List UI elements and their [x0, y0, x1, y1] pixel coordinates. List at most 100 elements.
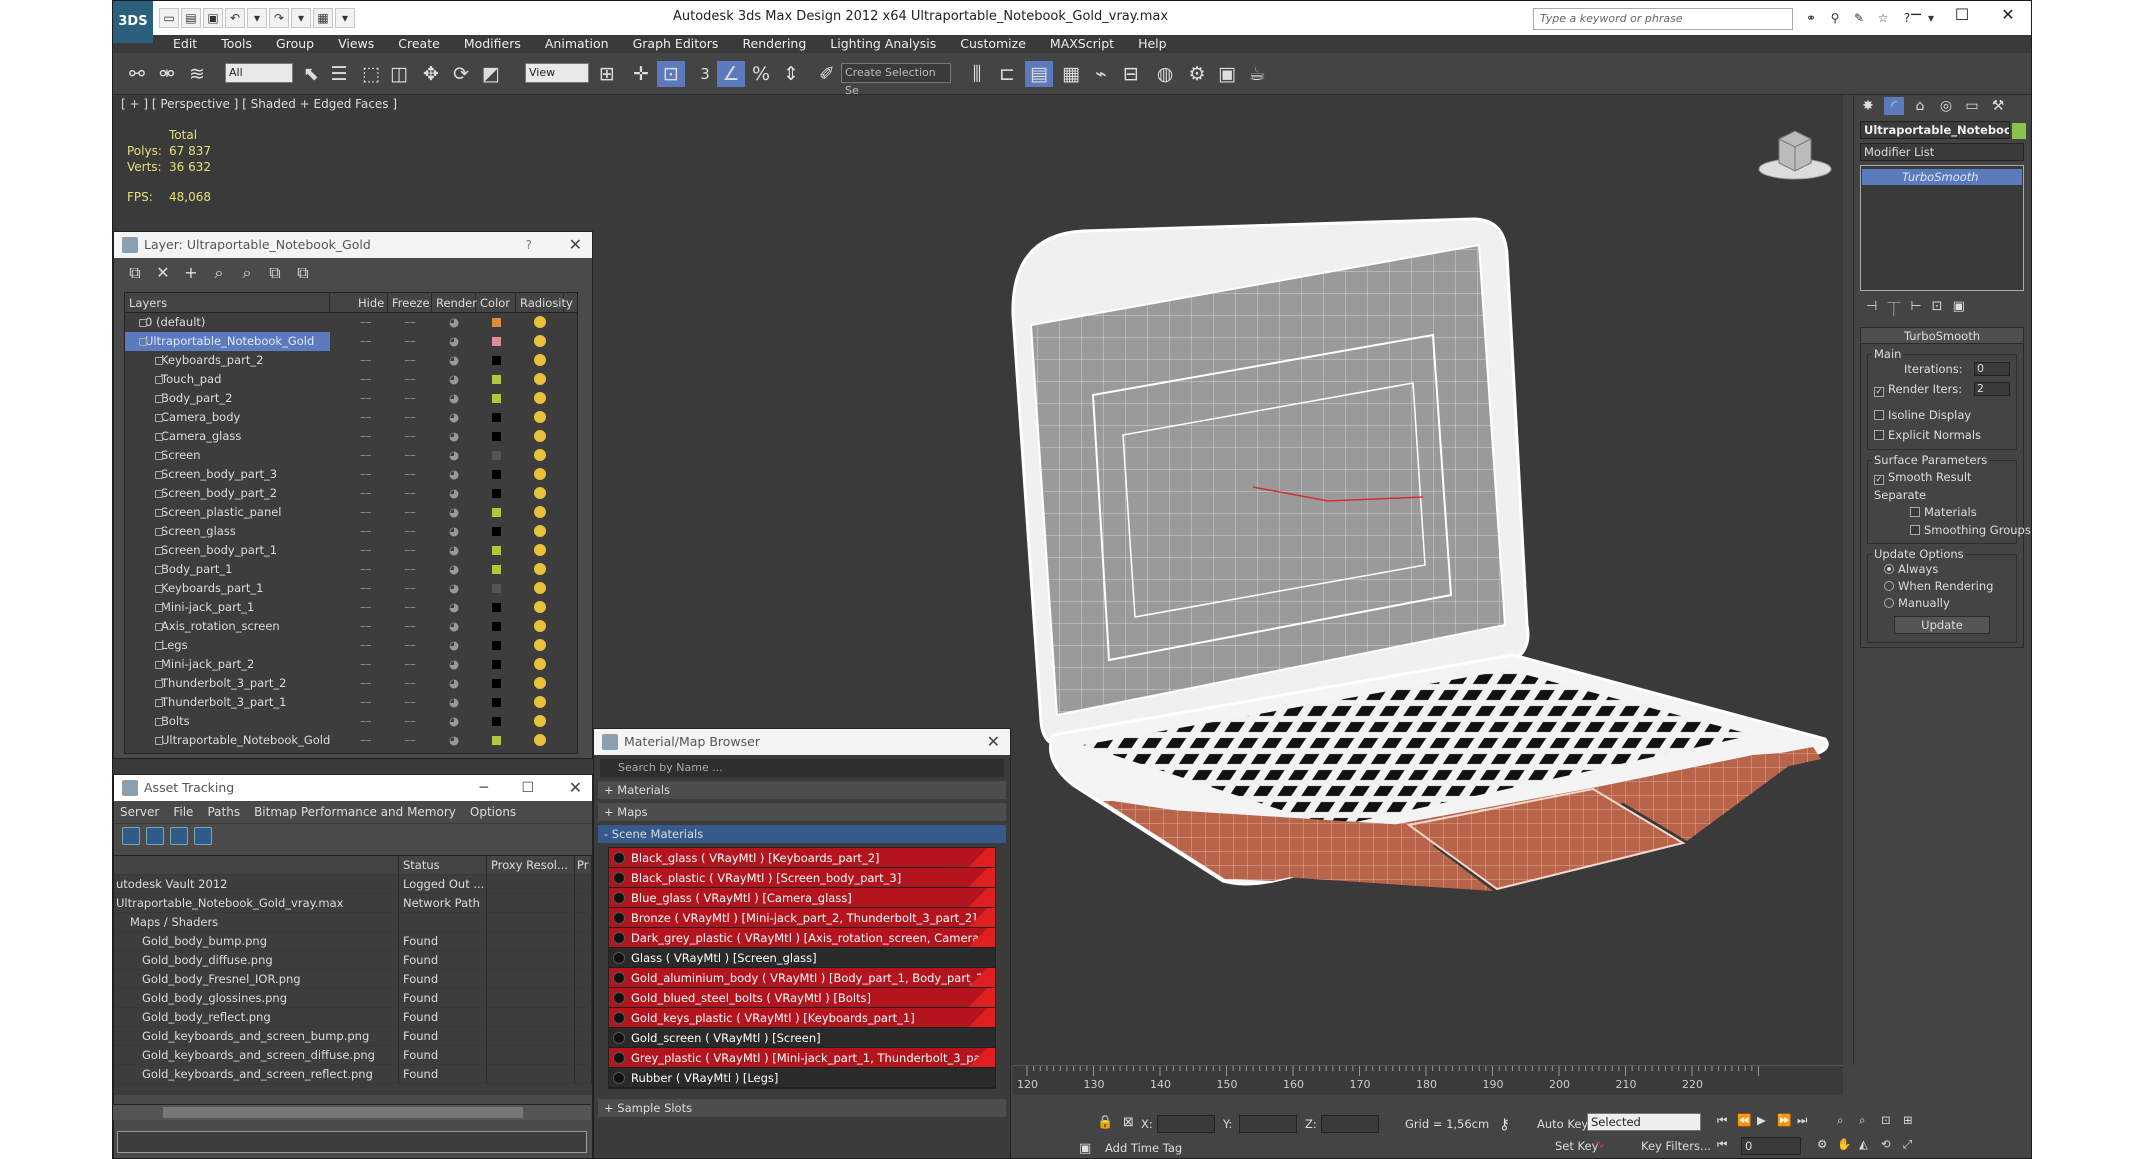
stack-item-turbosmooth[interactable]: TurboSmooth — [1862, 169, 2022, 185]
layer-hide-toggle[interactable]: –– — [330, 712, 388, 731]
material-browser-close-icon[interactable]: ✕ — [987, 729, 1000, 755]
layer-render-icon[interactable]: ◕ — [432, 731, 476, 750]
layer-freeze-toggle[interactable]: –– — [388, 465, 432, 484]
layer-radiosity-icon[interactable] — [516, 693, 564, 712]
make-unique-icon[interactable]: ⊢ — [1910, 299, 1921, 315]
favorites-star-icon[interactable]: ☆ — [1873, 8, 1893, 28]
layer-freeze-toggle[interactable]: –– — [388, 560, 432, 579]
layer-name[interactable]: Screen_glass — [125, 522, 330, 541]
layer-row[interactable]: Ultraportable_Notebook_Gold –– –– ◕ — [125, 731, 577, 750]
rotate-icon[interactable]: ⟳ — [447, 61, 475, 87]
layer-render-icon[interactable]: ◕ — [432, 617, 476, 636]
project-folder-icon[interactable]: ▦ — [313, 8, 333, 28]
orbit-icon[interactable]: ⟲ — [1881, 1137, 1891, 1151]
delete-layer-icon[interactable]: ✕ — [152, 262, 174, 284]
percent-snap-icon[interactable]: % — [747, 61, 775, 87]
key-mode-toggle-icon[interactable]: ⏮ — [1717, 1137, 1727, 1152]
pivot-center-icon[interactable]: ⊞ — [593, 61, 621, 87]
layer-render-icon[interactable]: ◕ — [432, 674, 476, 693]
named-selection-set-dropdown[interactable]: Create Selection Se — [841, 63, 951, 97]
layer-radiosity-icon[interactable] — [516, 522, 564, 541]
rendered-frame-window-icon[interactable]: ▣ — [1213, 61, 1241, 87]
layer-hide-toggle[interactable]: –– — [330, 560, 388, 579]
layer-hide-toggle[interactable]: –– — [330, 332, 388, 351]
layer-render-icon[interactable]: ◕ — [432, 313, 476, 332]
pin-stack-icon[interactable]: ⊣ — [1866, 299, 1877, 315]
modifier-list-dropdown[interactable]: Modifier List — [1860, 143, 2024, 161]
set-key-button[interactable]: Set Key — [1555, 1139, 1598, 1153]
redo-dropdown-icon[interactable]: ▾ — [291, 8, 311, 28]
layer-radiosity-icon[interactable] — [516, 503, 564, 522]
scale-icon[interactable]: ◩ — [477, 61, 505, 87]
layer-freeze-toggle[interactable]: –– — [388, 351, 432, 370]
layer-color-swatch[interactable] — [476, 731, 516, 750]
layer-name[interactable]: Mini-jack_part_1 — [125, 598, 330, 617]
previous-frame-icon[interactable]: ⏪ — [1737, 1113, 1751, 1127]
asset-scroll-thumb[interactable] — [163, 1107, 523, 1118]
layer-hide-toggle[interactable]: –– — [330, 731, 388, 750]
turbosmooth-rollout-header[interactable]: TurboSmooth — [1861, 328, 2023, 344]
layer-render-icon[interactable]: ◕ — [432, 408, 476, 427]
material-search-input[interactable]: Search by Name ... — [600, 759, 1004, 777]
layer-freeze-toggle[interactable]: –– — [388, 579, 432, 598]
move-icon[interactable]: ✥ — [417, 61, 445, 87]
maps-section[interactable]: + Maps — [598, 803, 1006, 821]
asset-path-field[interactable] — [117, 1131, 587, 1153]
hide-all-layers-icon[interactable]: ⧉ — [264, 262, 286, 284]
layer-name[interactable]: Screen_body_part_3 — [125, 465, 330, 484]
menu-maxscript[interactable]: MAXScript — [1038, 35, 1126, 53]
select-manipulate-icon[interactable]: ✛ — [627, 61, 655, 87]
asset-row[interactable]: Gold_body_reflect.png Found — [114, 1008, 592, 1027]
layer-render-icon[interactable]: ◕ — [432, 560, 476, 579]
layer-row[interactable]: Mini-jack_part_1 –– –– ◕ — [125, 598, 577, 617]
menu-views[interactable]: Views — [326, 35, 386, 53]
asset-name[interactable]: Gold_body_glossines.png — [114, 989, 399, 1007]
layer-name[interactable]: Body_part_1 — [125, 560, 330, 579]
asset-name[interactable]: Maps / Shaders — [114, 913, 399, 931]
layer-freeze-toggle[interactable]: –– — [388, 370, 432, 389]
layer-render-icon[interactable]: ◕ — [432, 503, 476, 522]
col-hide[interactable]: Hide — [330, 293, 388, 312]
goto-end-icon[interactable]: ⏭ — [1797, 1113, 1807, 1128]
separate-materials-checkbox[interactable] — [1910, 507, 1920, 517]
asset-horizontal-scrollbar[interactable] — [113, 1104, 591, 1120]
layer-radiosity-icon[interactable] — [516, 370, 564, 389]
layer-color-swatch[interactable] — [476, 598, 516, 617]
layer-hide-toggle[interactable]: –– — [330, 370, 388, 389]
asset-menu-bitmap-performance[interactable]: Bitmap Performance and Memory — [254, 801, 456, 823]
iterations-spinner[interactable]: 0 — [1974, 362, 2010, 376]
layer-render-icon[interactable]: ◕ — [432, 655, 476, 674]
layer-hide-toggle[interactable]: –– — [330, 389, 388, 408]
col-radiosity[interactable]: Radiosity — [516, 293, 573, 312]
communication-icon[interactable]: ✎ — [1849, 8, 1869, 28]
material-item[interactable]: Gold_screen ( VRayMtl ) [Screen] — [609, 1028, 995, 1048]
list-view-icon[interactable] — [146, 827, 164, 845]
layer-color-swatch[interactable] — [476, 522, 516, 541]
highlight-selected-layer-icon[interactable]: ⌕ — [236, 262, 258, 284]
link-icon[interactable]: ⚯ — [123, 61, 151, 87]
asset-name[interactable]: Gold_keyboards_and_screen_bump.png — [114, 1027, 399, 1045]
select-by-name-icon[interactable]: ☰ — [325, 61, 353, 87]
layer-radiosity-icon[interactable] — [516, 351, 564, 370]
layer-row[interactable]: Screen –– –– ◕ — [125, 446, 577, 465]
layer-name[interactable]: Keyboards_part_2 — [125, 351, 330, 370]
render-iters-spinner[interactable]: 2 — [1974, 382, 2010, 396]
object-name-field[interactable]: Ultraportable_Notebook_ — [1860, 121, 2010, 139]
layer-radiosity-icon[interactable] — [516, 617, 564, 636]
layer-name[interactable]: Screen_body_part_2 — [125, 484, 330, 503]
reference-coordinate-dropdown[interactable]: View — [525, 63, 589, 83]
col-freeze[interactable]: Freeze — [388, 293, 432, 312]
graphite-ribbon-icon[interactable]: ▦ — [1057, 61, 1085, 87]
material-item[interactable]: Black_plastic ( VRayMtl ) [Screen_body_p… — [609, 868, 995, 888]
layer-render-icon[interactable]: ◕ — [432, 636, 476, 655]
material-item[interactable]: Bronze ( VRayMtl ) [Mini-jack_part_2, Th… — [609, 908, 995, 928]
asset-name[interactable]: Gold_body_bump.png — [114, 932, 399, 950]
layer-render-icon[interactable]: ◕ — [432, 598, 476, 617]
smooth-result-checkbox[interactable]: ✓ — [1874, 475, 1884, 485]
menu-tools[interactable]: Tools — [209, 35, 264, 53]
asset-close-icon[interactable]: ✕ — [569, 775, 582, 801]
layer-render-icon[interactable]: ◕ — [432, 427, 476, 446]
zoom-extents-icon[interactable]: ⊡ — [1881, 1113, 1891, 1127]
layer-render-icon[interactable]: ◕ — [432, 484, 476, 503]
menu-modifiers[interactable]: Modifiers — [452, 35, 533, 53]
